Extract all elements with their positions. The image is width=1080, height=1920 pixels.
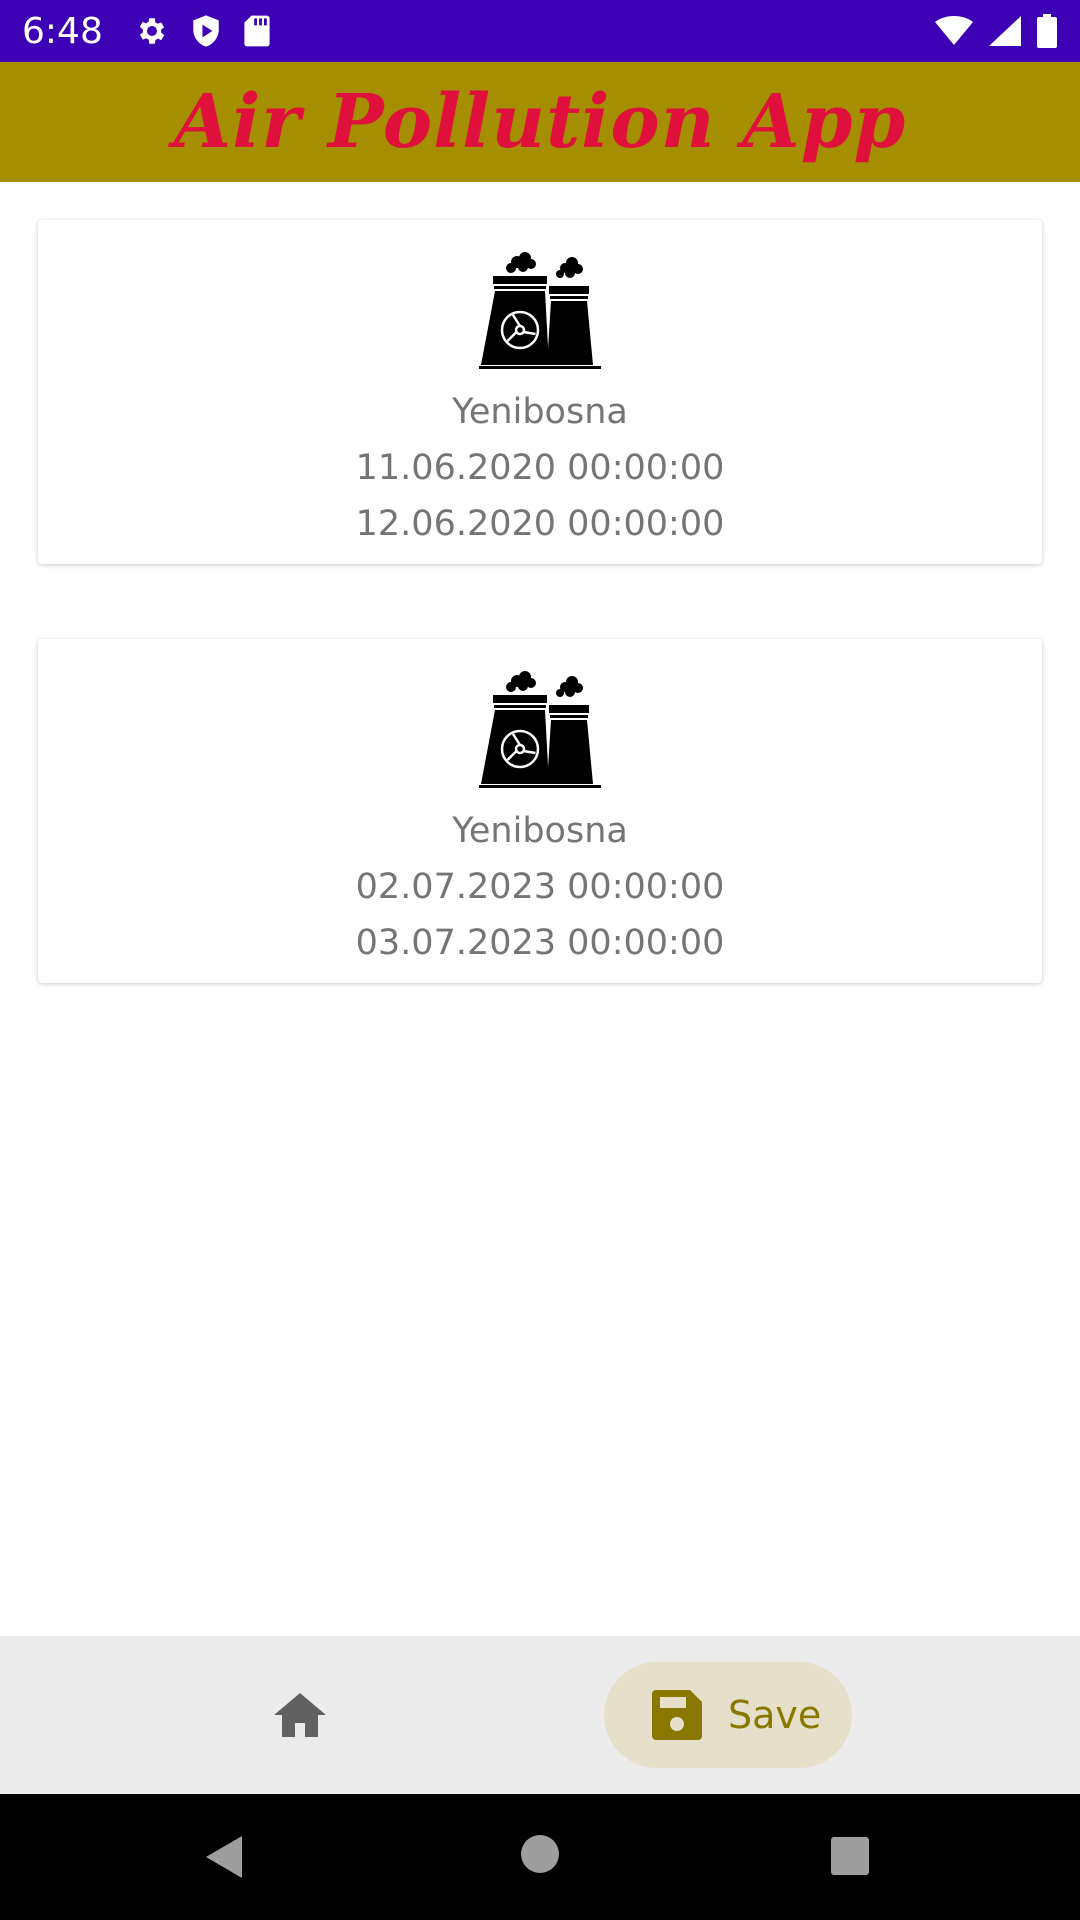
wifi-icon [935, 16, 973, 45]
record-location: Yenibosna [452, 392, 628, 432]
record-location: Yenibosna [452, 811, 628, 851]
app-title: Air Pollution App [173, 79, 907, 165]
status-time: 6:48 [22, 10, 103, 52]
back-triangle-icon[interactable] [204, 1834, 244, 1880]
nav-save-button[interactable]: Save [604, 1662, 852, 1768]
power-plant-icon [479, 671, 601, 788]
settings-gear-icon [139, 18, 165, 44]
home-circle-icon[interactable] [520, 1834, 560, 1874]
record-end-date: 12.06.2020 00:00:00 [355, 504, 725, 544]
record-card[interactable]: Yenibosna 02.07.2023 00:00:00 03.07.2023… [38, 639, 1042, 983]
sd-card-icon [244, 15, 270, 47]
home-icon [274, 1693, 326, 1737]
recents-square-icon[interactable] [830, 1836, 870, 1876]
bottom-navigation: Save [0, 1636, 1080, 1794]
app-bar: Air Pollution App [0, 62, 1080, 182]
signal-icon [989, 16, 1021, 46]
nav-save-label: Save [728, 1693, 822, 1737]
screen: 6:48 Air Pollution App Yenibosna 11.06.2… [0, 0, 1080, 1920]
status-bar: 6:48 [0, 0, 1080, 62]
battery-icon [1037, 14, 1057, 48]
record-card[interactable]: Yenibosna 11.06.2020 00:00:00 12.06.2020… [38, 220, 1042, 564]
record-start-date: 02.07.2023 00:00:00 [355, 867, 725, 907]
nav-home-button[interactable] [272, 1688, 328, 1742]
status-icons-right [934, 14, 1058, 48]
save-icon [652, 1690, 702, 1740]
shield-play-icon [193, 15, 219, 47]
record-start-date: 11.06.2020 00:00:00 [355, 448, 725, 488]
system-navigation-bar [0, 1794, 1080, 1920]
power-plant-icon [479, 252, 601, 369]
record-end-date: 03.07.2023 00:00:00 [355, 923, 725, 963]
status-icons-left [135, 14, 271, 48]
